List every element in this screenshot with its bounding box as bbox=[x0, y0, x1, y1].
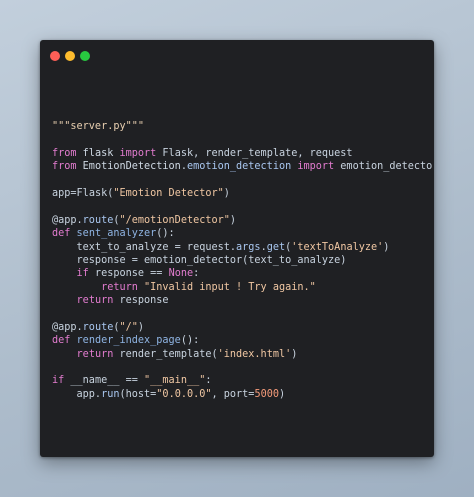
code-token: Flask bbox=[76, 187, 108, 199]
code-token: def bbox=[52, 335, 77, 347]
code-line: app.run(host="0.0.0.0", port=5000) bbox=[52, 388, 432, 401]
code-token: app. bbox=[52, 388, 102, 400]
code-token: render_index_page bbox=[76, 335, 181, 347]
code-line: """server.py""" bbox=[52, 120, 432, 133]
maximize-button[interactable] bbox=[80, 51, 90, 61]
code-token: import bbox=[297, 161, 341, 173]
code-line: def render_index_page(): bbox=[52, 334, 432, 347]
code-token: text_to_analyze = request. bbox=[52, 241, 237, 253]
code-token: route bbox=[82, 214, 114, 226]
code-token: ) bbox=[229, 214, 237, 226]
code-token: if bbox=[52, 375, 71, 387]
code-token: "0.0.0.0" bbox=[156, 388, 212, 400]
code-line: response = emotion_detector(text_to_anal… bbox=[52, 254, 432, 267]
window-titlebar bbox=[40, 40, 434, 72]
code-token: flask bbox=[82, 147, 120, 159]
code-token: return bbox=[76, 348, 120, 360]
code-token: if bbox=[76, 268, 95, 280]
code-token: def bbox=[52, 228, 77, 240]
code-token: "Invalid input ! Try again." bbox=[144, 281, 316, 293]
code-token: @app. bbox=[52, 321, 83, 333]
code-token: : bbox=[193, 268, 200, 280]
code-token: ) bbox=[223, 187, 230, 199]
code-token: 'textToAnalyze' bbox=[291, 241, 384, 253]
code-line: @app.route("/emotionDetector") bbox=[52, 214, 432, 227]
code-token: import bbox=[119, 147, 163, 159]
code-token: , port= bbox=[211, 388, 255, 400]
code-line: text_to_analyze = request.args.get('text… bbox=[52, 241, 432, 254]
code-token: Flask, render_template, request bbox=[162, 147, 353, 159]
code-token: return bbox=[101, 281, 145, 293]
code-token: render_template( bbox=[119, 348, 218, 360]
code-token: (): bbox=[156, 228, 175, 240]
code-token: response = emotion_detector(text_to_anal… bbox=[52, 254, 347, 266]
code-line: return "Invalid input ! Try again." bbox=[52, 281, 432, 294]
code-token: run bbox=[101, 388, 120, 400]
close-button[interactable] bbox=[50, 51, 60, 61]
code-token: route bbox=[82, 321, 114, 333]
code-token: emotion_detector bbox=[340, 161, 434, 173]
code-token: response bbox=[119, 295, 169, 307]
code-line: if response == None: bbox=[52, 267, 432, 280]
code-line: if __name__ == "__main__": bbox=[52, 374, 432, 387]
code-token: "/emotionDetector" bbox=[119, 214, 230, 226]
code-token: "/" bbox=[119, 321, 138, 333]
code-token: (host= bbox=[119, 388, 157, 400]
code-token: ) bbox=[291, 348, 298, 360]
code-line: from flask import Flask, render_template… bbox=[52, 147, 432, 160]
code-token: emotion_detection bbox=[186, 161, 298, 173]
code-token: "__main__" bbox=[144, 375, 206, 387]
code-token: ) bbox=[137, 321, 145, 333]
code-token: EmotionDetection bbox=[82, 161, 181, 173]
code-line: return render_template('index.html') bbox=[52, 348, 432, 361]
code-line: def sent_analyzer(): bbox=[52, 227, 432, 240]
code-line: app=Flask("Emotion Detector") bbox=[52, 187, 432, 200]
code-token: from bbox=[52, 147, 83, 159]
code-token: (): bbox=[180, 335, 200, 347]
code-token: : bbox=[205, 375, 212, 387]
code-token: 'index.html' bbox=[217, 348, 292, 360]
code-line: @app.route("/") bbox=[52, 321, 432, 334]
code-token: ) bbox=[278, 388, 286, 400]
code-token: "Emotion Detector" bbox=[113, 187, 224, 199]
code-token: from bbox=[52, 161, 83, 173]
code-token: app bbox=[52, 187, 71, 199]
code-block: """server.py""" from flask import Flask,… bbox=[52, 120, 434, 401]
code-token: return bbox=[76, 295, 120, 307]
code-line: return response bbox=[52, 294, 432, 307]
code-token: None bbox=[168, 268, 194, 280]
code-token: @app. bbox=[52, 214, 83, 226]
code-line: from EmotionDetection.emotion_detection … bbox=[52, 160, 434, 173]
minimize-button[interactable] bbox=[65, 51, 75, 61]
code-token: ) bbox=[383, 241, 390, 253]
code-token: response == bbox=[94, 268, 169, 280]
code-token: """server.py""" bbox=[52, 121, 145, 132]
code-token: args bbox=[236, 241, 261, 253]
code-token: get bbox=[266, 241, 286, 253]
code-token: __name__ == bbox=[70, 375, 145, 387]
code-token: sent_analyzer bbox=[76, 228, 157, 240]
code-window: """server.py""" from flask import Flask,… bbox=[40, 40, 434, 457]
code-token: 5000 bbox=[254, 388, 279, 400]
